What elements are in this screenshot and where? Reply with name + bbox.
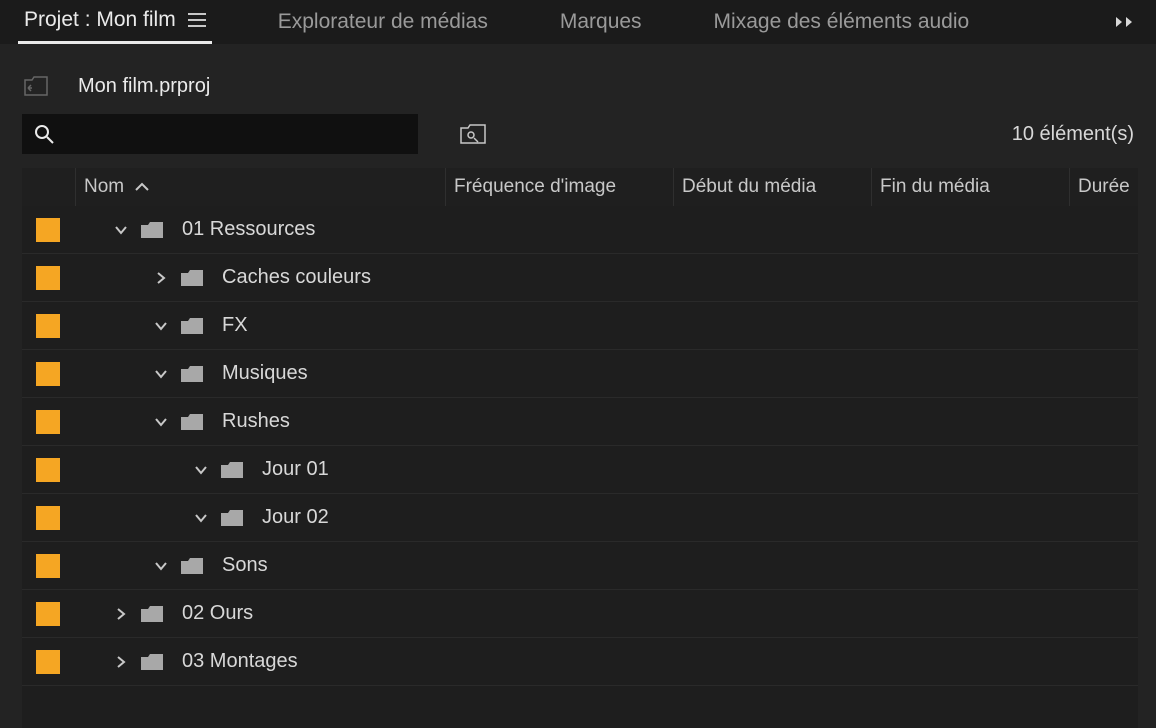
table-row[interactable]: Rushes [22,398,1138,446]
chevron-down-icon[interactable] [150,369,172,379]
label-color-swatch[interactable] [36,314,60,338]
table-row[interactable]: Musiques [22,350,1138,398]
tab-project[interactable]: Projet : Mon film [18,0,212,44]
bin-name: 01 Ressources [182,218,315,241]
chevron-right-icon[interactable] [110,655,132,669]
search-icon [34,124,54,144]
column-label: Nom [84,176,124,198]
bin-table: Nom Fréquence d'image Début du média Fin… [0,168,1156,728]
table-row[interactable]: FX [22,302,1138,350]
bin-name: FX [222,314,248,337]
chevron-down-icon[interactable] [150,417,172,427]
folder-icon [180,268,204,288]
column-start[interactable]: Début du média [674,168,872,206]
bin-name: Rushes [222,410,290,433]
bin-name: 03 Montages [182,650,298,673]
hamburger-icon[interactable] [188,13,206,27]
tab-label: Marques [560,10,642,34]
table-row[interactable]: 02 Ours [22,590,1138,638]
chevron-down-icon[interactable] [150,321,172,331]
label-color-swatch[interactable] [36,506,60,530]
folder-icon [220,508,244,528]
table-row[interactable]: Jour 02 [22,494,1138,542]
chevron-right-icon[interactable] [110,607,132,621]
search-row: 10 élément(s) [0,106,1156,168]
breadcrumb: Mon film.prproj [0,66,1156,106]
chevron-down-icon[interactable] [190,465,212,475]
bin-name: Jour 02 [262,506,329,529]
label-color-swatch[interactable] [36,266,60,290]
chevron-up-icon [134,182,150,192]
bin-name: Sons [222,554,268,577]
column-label: Durée [1078,176,1130,198]
tab-audio-mix[interactable]: Mixage des éléments audio [708,0,976,44]
search-box[interactable] [22,114,418,154]
table-row[interactable]: 01 Ressources [22,206,1138,254]
column-duration[interactable]: Durée [1070,168,1138,206]
chevron-down-icon[interactable] [150,561,172,571]
folder-icon [140,604,164,624]
tab-label: Projet : Mon film [24,8,176,32]
column-name[interactable]: Nom [76,168,446,206]
folder-icon [140,220,164,240]
chevron-down-icon[interactable] [190,513,212,523]
column-label: Fréquence d'image [454,176,616,198]
chevron-down-icon[interactable] [110,225,132,235]
bin-name: 02 Ours [182,602,253,625]
table-body: 01 Ressources Caches couleurs FX Musiques Ru… [22,206,1138,728]
folder-icon [180,364,204,384]
overflow-button[interactable] [1114,15,1156,29]
label-color-swatch[interactable] [36,602,60,626]
column-end[interactable]: Fin du média [872,168,1070,206]
table-row[interactable]: Caches couleurs [22,254,1138,302]
folder-icon [180,412,204,432]
folder-icon [180,556,204,576]
table-row[interactable]: Jour 01 [22,446,1138,494]
chevron-right-icon[interactable] [150,271,172,285]
label-color-swatch[interactable] [36,410,60,434]
search-input[interactable] [62,124,406,145]
table-row[interactable]: Sons [22,542,1138,590]
tab-label: Explorateur de médias [278,10,488,34]
column-label: Début du média [682,176,816,198]
tab-media-browser[interactable]: Explorateur de médias [272,0,494,44]
bin-name: Jour 01 [262,458,329,481]
freeform-view-icon[interactable] [458,119,488,149]
bin-name: Musiques [222,362,308,385]
table-row[interactable]: 03 Montages [22,638,1138,686]
bin-name: Caches couleurs [222,266,371,289]
column-label: Fin du média [880,176,990,198]
label-color-swatch[interactable] [36,458,60,482]
label-color-swatch[interactable] [36,218,60,242]
folder-icon [140,652,164,672]
table-header: Nom Fréquence d'image Début du média Fin… [22,168,1138,206]
folder-icon [180,316,204,336]
folder-icon [220,460,244,480]
column-fps[interactable]: Fréquence d'image [446,168,674,206]
item-count: 10 élément(s) [1012,123,1136,146]
label-color-swatch[interactable] [36,362,60,386]
column-label-color[interactable] [22,168,76,206]
project-file-name: Mon film.prproj [78,75,210,98]
tab-markers[interactable]: Marques [554,0,648,44]
tab-label: Mixage des éléments audio [714,10,970,34]
up-folder-icon[interactable] [24,76,48,96]
label-color-swatch[interactable] [36,554,60,578]
panel-tabs: Projet : Mon film Explorateur de médias … [0,0,1156,44]
label-color-swatch[interactable] [36,650,60,674]
project-panel: Projet : Mon film Explorateur de médias … [0,0,1156,728]
